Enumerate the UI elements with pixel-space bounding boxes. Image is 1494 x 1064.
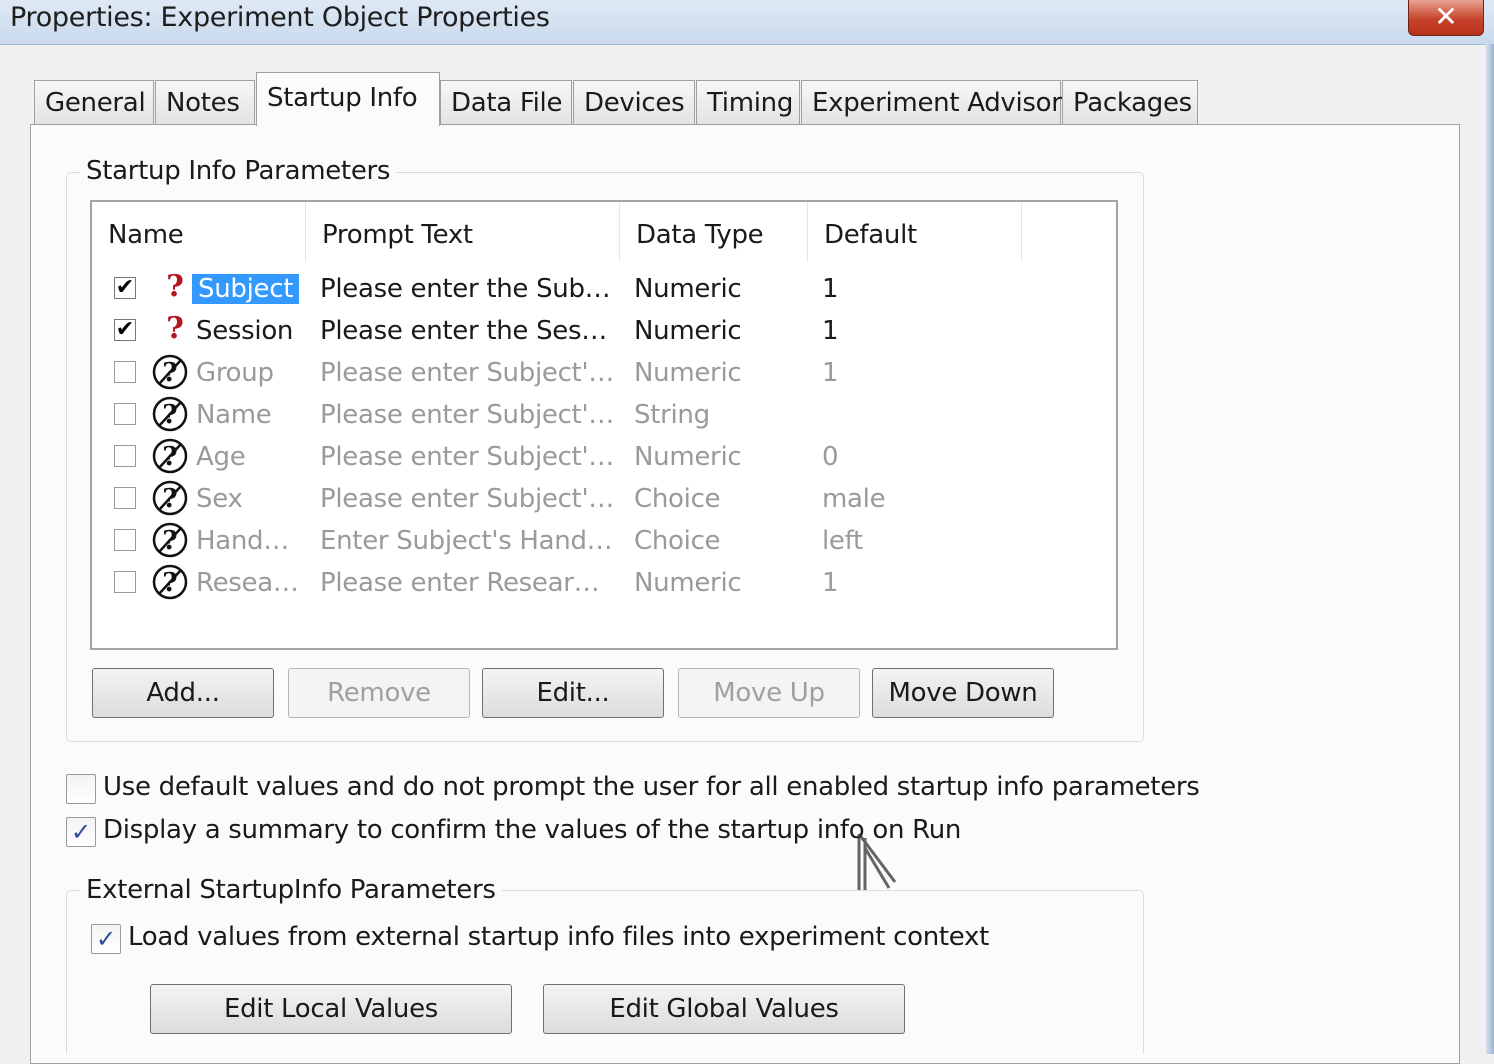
row-prompt: Enter Subject's Hand…	[320, 526, 613, 556]
table-row[interactable]: ? Resea… Please enter Resear… Numeric 1	[92, 562, 1116, 604]
mouse-cursor-icon	[857, 833, 897, 890]
row-type: Choice	[634, 484, 721, 514]
row-enable-checkbox[interactable]: ✔	[114, 277, 136, 299]
column-header-default[interactable]: Default	[808, 202, 1022, 262]
row-default: male	[822, 484, 886, 514]
table-row[interactable]: ? Hand… Enter Subject's Hand… Choice lef…	[92, 520, 1116, 562]
row-name: Session	[196, 316, 294, 346]
tab-data-file[interactable]: Data File	[440, 80, 572, 124]
row-type: Choice	[634, 526, 721, 556]
row-default: 1	[822, 316, 839, 346]
disabled-question-icon: ?	[152, 354, 188, 390]
row-default: 0	[822, 442, 839, 472]
row-name: Resea…	[196, 568, 299, 598]
required-question-icon: ?	[166, 311, 184, 346]
tab-startup-info[interactable]: Startup Info	[256, 72, 440, 126]
move-up-button[interactable]: Move Up	[678, 668, 860, 718]
row-default: 1	[822, 568, 839, 598]
row-type: Numeric	[634, 316, 742, 346]
row-type: Numeric	[634, 358, 742, 388]
row-type: Numeric	[634, 568, 742, 598]
window-title: Properties: Experiment Object Properties	[10, 2, 550, 33]
tab-packages[interactable]: Packages	[1062, 80, 1198, 124]
row-name: Sex	[196, 484, 243, 514]
row-type: Numeric	[634, 442, 742, 472]
tab-timing[interactable]: Timing	[696, 80, 800, 124]
table-row[interactable]: ✔ ? Subject Please enter the Sub… Numeri…	[92, 268, 1116, 310]
tab-experiment-advisor[interactable]: Experiment Advisor	[801, 80, 1062, 124]
edit-global-values-button[interactable]: Edit Global Values	[543, 984, 905, 1034]
row-prompt: Please enter Subject'…	[320, 358, 614, 388]
disabled-question-icon: ?	[152, 522, 188, 558]
row-type: String	[634, 400, 710, 430]
row-enable-checkbox[interactable]	[114, 403, 136, 425]
row-enable-checkbox[interactable]: ✔	[114, 319, 136, 341]
row-enable-checkbox[interactable]	[114, 529, 136, 551]
disabled-question-icon: ?	[152, 396, 188, 432]
disabled-question-icon: ?	[152, 480, 188, 516]
load-external-values-label[interactable]: Load values from external startup info f…	[128, 922, 989, 952]
table-row[interactable]: ? Name Please enter Subject'… String	[92, 394, 1116, 436]
load-external-values-checkbox[interactable]: ✓	[91, 924, 121, 954]
row-prompt: Please enter the Sub…	[320, 274, 611, 304]
parameters-list[interactable]: Name Prompt Text Data Type Default ✔ ? S…	[90, 200, 1118, 650]
row-prompt: Please enter Resear…	[320, 568, 600, 598]
row-name: Group	[196, 358, 274, 388]
title-bar: Properties: Experiment Object Properties…	[0, 0, 1494, 45]
disabled-question-icon: ?	[152, 564, 188, 600]
row-name: Age	[196, 442, 246, 472]
row-prompt: Please enter Subject'…	[320, 400, 614, 430]
add-button[interactable]: Add...	[92, 668, 274, 718]
column-header-prompt-text[interactable]: Prompt Text	[306, 202, 620, 262]
column-header-name[interactable]: Name	[92, 202, 306, 262]
edit-button[interactable]: Edit...	[482, 668, 664, 718]
row-name[interactable]: Subject	[192, 274, 300, 304]
external-group-label: External StartupInfo Parameters	[80, 875, 502, 905]
table-row[interactable]: ✔ ? Session Please enter the Ses… Numeri…	[92, 310, 1116, 352]
row-name: Name	[196, 400, 272, 430]
required-question-icon: ?	[166, 269, 184, 304]
edit-local-values-button[interactable]: Edit Local Values	[150, 984, 512, 1034]
row-prompt: Please enter Subject'…	[320, 484, 614, 514]
row-default: 1	[822, 358, 839, 388]
tab-general[interactable]: General	[34, 80, 154, 124]
display-summary-label[interactable]: Display a summary to confirm the values …	[103, 815, 961, 845]
tab-devices[interactable]: Devices	[573, 80, 695, 124]
use-default-values-label[interactable]: Use default values and do not prompt the…	[103, 772, 1200, 802]
row-enable-checkbox[interactable]	[114, 571, 136, 593]
row-default: 1	[822, 274, 839, 304]
row-default: left	[822, 526, 863, 556]
column-header-data-type[interactable]: Data Type	[620, 202, 808, 262]
row-prompt: Please enter the Ses…	[320, 316, 607, 346]
row-name: Hand…	[196, 526, 289, 556]
remove-button[interactable]: Remove	[288, 668, 470, 718]
move-down-button[interactable]: Move Down	[872, 668, 1054, 718]
use-default-values-checkbox[interactable]	[66, 774, 96, 804]
row-enable-checkbox[interactable]	[114, 487, 136, 509]
disabled-question-icon: ?	[152, 438, 188, 474]
startup-info-group-label: Startup Info Parameters	[80, 156, 397, 186]
row-enable-checkbox[interactable]	[114, 445, 136, 467]
row-type: Numeric	[634, 274, 742, 304]
display-summary-checkbox[interactable]: ✓	[66, 817, 96, 847]
table-row[interactable]: ? Group Please enter Subject'… Numeric 1	[92, 352, 1116, 394]
row-prompt: Please enter Subject'…	[320, 442, 614, 472]
row-enable-checkbox[interactable]	[114, 361, 136, 383]
table-row[interactable]: ? Sex Please enter Subject'… Choice male	[92, 478, 1116, 520]
window-border	[1486, 44, 1494, 1054]
close-button[interactable]: ✕	[1408, 0, 1484, 36]
table-row[interactable]: ? Age Please enter Subject'… Numeric 0	[92, 436, 1116, 478]
tab-notes[interactable]: Notes	[155, 80, 255, 124]
